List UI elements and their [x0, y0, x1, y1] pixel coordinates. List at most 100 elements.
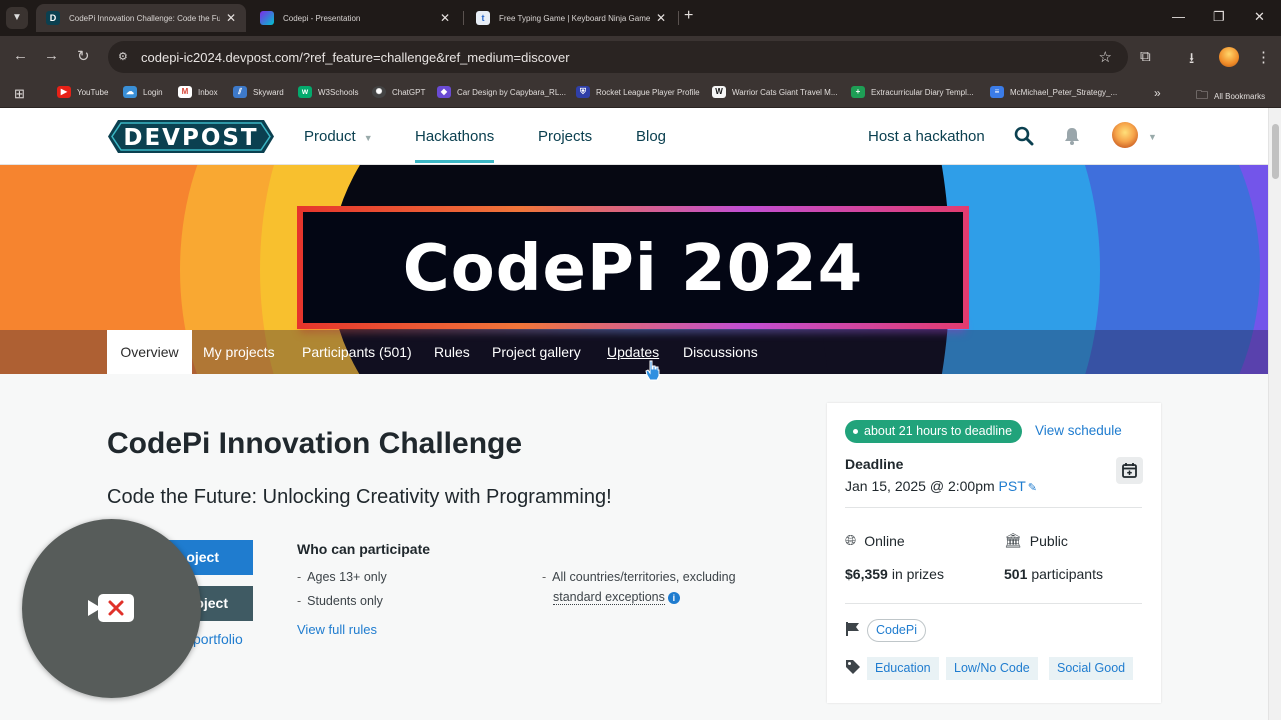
nav-hackathons[interactable]: Hackathons	[415, 128, 494, 145]
timezone-link[interactable]: PST	[999, 478, 1026, 494]
close-icon[interactable]: ✕	[656, 11, 666, 25]
bookmark-extracurricular[interactable]: + Extracurricular Diary Templ...	[851, 86, 974, 98]
bookmark-warrior-cats[interactable]: W Warrior Cats Giant Travel M...	[712, 86, 838, 98]
hand-pointer-cursor-icon	[645, 360, 660, 381]
search-icon[interactable]	[1014, 126, 1034, 146]
browser-tab-bar: ▼ D CodePi Innovation Challenge: Code th…	[0, 0, 1281, 36]
subtab-discussions[interactable]: Discussions	[683, 344, 758, 360]
prize-info: $6,359 in prizes	[845, 566, 944, 582]
canva-icon	[260, 11, 274, 25]
bookmark-youtube[interactable]: ▶ YouTube	[57, 86, 108, 98]
participants-info[interactable]: 501 participants	[1004, 566, 1103, 582]
browser-toolbar: ← → ↻ ⚙ codepi-ic2024.devpost.com/?ref_f…	[0, 36, 1281, 78]
theme-chip-social-good[interactable]: Social Good	[1049, 657, 1134, 680]
bookmark-w3schools[interactable]: w W3Schools	[298, 86, 358, 98]
challenge-title: CodePi Innovation Challenge	[107, 427, 523, 460]
address-bar[interactable]: ⚙ codepi-ic2024.devpost.com/?ref_feature…	[108, 41, 1128, 73]
subtab-rules[interactable]: Rules	[434, 344, 470, 360]
nav-projects[interactable]: Projects	[538, 128, 592, 145]
subtab-overview[interactable]: Overview	[107, 330, 192, 374]
who-can-participate-heading: Who can participate	[297, 541, 431, 557]
pencil-icon[interactable]: ✎	[1028, 481, 1037, 494]
info-icon[interactable]: i	[667, 592, 680, 604]
bookmark-star-icon[interactable]: ☆	[1099, 48, 1112, 66]
new-tab-plus-icon[interactable]: +	[684, 7, 693, 25]
banner-title: CodePi 2024	[402, 232, 864, 306]
forward-arrow-icon[interactable]: →	[44, 47, 59, 64]
subtab-updates[interactable]: Updates	[607, 344, 659, 360]
folder-icon: 🗀	[1196, 88, 1209, 102]
managed-by-pill[interactable]: CodePi	[867, 619, 926, 642]
devpost-logo[interactable]: DEVPOST	[108, 120, 274, 153]
globe-icon: 🌐︎	[845, 532, 857, 548]
window-close-icon[interactable]: ✕	[1254, 9, 1265, 25]
devpost-icon: D	[46, 11, 60, 25]
restore-icon[interactable]: ❐	[1213, 9, 1225, 25]
scrollbar-thumb[interactable]	[1272, 124, 1279, 179]
deadline-label: Deadline	[845, 456, 904, 472]
theme-chip-education[interactable]: Education	[867, 657, 939, 680]
car-icon: ◆	[437, 86, 451, 98]
landmark-icon: 🏛︎	[1004, 532, 1022, 548]
tab-separator	[678, 11, 679, 25]
more-bookmarks-chevron-icon[interactable]: »	[1154, 86, 1161, 100]
chatgpt-icon: ✺	[372, 86, 386, 98]
subtab-my-projects[interactable]: My projects	[203, 344, 275, 360]
back-arrow-icon[interactable]: ←	[13, 47, 28, 64]
bookmark-chatgpt[interactable]: ✺ ChatGPT	[372, 86, 425, 98]
bookmark-rocket-league[interactable]: ⛨ Rocket League Player Profile	[576, 86, 700, 98]
tab-search-button[interactable]: ▼	[6, 7, 28, 29]
flag-icon	[846, 622, 859, 636]
bookmarks-bar: ⊞ ▶ YouTube ☁ Login M Inbox ⫽ Skyward w W3Sch…	[0, 78, 1281, 108]
subtab-participants[interactable]: Participants (501)	[302, 344, 412, 360]
extensions-puzzle-icon[interactable]: ⧉	[1140, 48, 1151, 65]
site-settings-icon[interactable]: ⚙	[118, 50, 132, 64]
bookmark-car-design[interactable]: ◆ Car Design by Capybara_RL...	[437, 86, 566, 98]
close-icon[interactable]: ✕	[440, 11, 450, 25]
minimize-icon[interactable]: —	[1172, 9, 1185, 24]
tab-title: CodePi Innovation Challenge: Code the Fu	[69, 13, 220, 23]
view-schedule-link[interactable]: View schedule	[1035, 423, 1122, 438]
nav-product[interactable]: Product ▼	[304, 128, 373, 145]
deadline-date: Jan 15, 2025 @ 2:00pm PST ✎	[845, 478, 1037, 494]
camera-off-icon[interactable]	[86, 592, 136, 624]
divider	[845, 507, 1142, 508]
page-scrollbar[interactable]	[1268, 108, 1281, 720]
close-icon[interactable]: ✕	[226, 11, 236, 25]
cloud-icon: ☁	[123, 86, 137, 98]
address-url[interactable]: codepi-ic2024.devpost.com/?ref_feature=c…	[141, 50, 570, 65]
tab-separator	[463, 11, 464, 25]
nav-active-indicator	[415, 160, 494, 163]
tab-title: Codepi - Presentation	[283, 13, 361, 23]
standard-exceptions-link[interactable]: standard exceptions i	[553, 590, 680, 605]
apps-grid-icon[interactable]: ⊞	[14, 86, 25, 102]
camera-preview-bubble[interactable]	[22, 519, 201, 698]
account-chevron-down-icon[interactable]: ▼	[1148, 132, 1157, 142]
youtube-icon: ▶	[57, 86, 71, 98]
user-avatar[interactable]	[1112, 122, 1138, 148]
theme-chip-low-no-code[interactable]: Low/No Code	[946, 657, 1038, 680]
download-icon[interactable]: ⭳	[1189, 48, 1194, 73]
browser-tab-devpost[interactable]: D CodePi Innovation Challenge: Code the …	[36, 4, 246, 32]
subtab-project-gallery[interactable]: Project gallery	[492, 344, 581, 360]
browser-tab-canva[interactable]: Codepi - Presentation ✕	[250, 4, 460, 32]
portfolio-link[interactable]: portfolio	[193, 631, 243, 647]
reload-icon[interactable]: ↻	[77, 47, 90, 65]
browser-tab-typing[interactable]: t Free Typing Game | Keyboard Ninja Game…	[466, 4, 676, 32]
bookmark-login[interactable]: ☁ Login	[123, 86, 163, 98]
view-full-rules-link[interactable]: View full rules	[297, 622, 377, 637]
bookmark-skyward[interactable]: ⫽ Skyward	[233, 86, 284, 98]
browser-menu-icon[interactable]: ⋮	[1256, 48, 1271, 66]
shield-icon: ⛨	[576, 86, 590, 98]
browser-profile-avatar[interactable]	[1219, 47, 1239, 67]
visibility-info: 🏛︎ Public	[1004, 532, 1068, 549]
nav-blog[interactable]: Blog	[636, 128, 666, 145]
bell-icon[interactable]	[1062, 126, 1082, 146]
bookmark-inbox[interactable]: M Inbox	[178, 86, 218, 98]
bookmark-strategy-doc[interactable]: ≡ McMichael_Peter_Strategy_...	[990, 86, 1117, 98]
all-bookmarks[interactable]: 🗀 All Bookmarks	[1196, 86, 1265, 107]
status-dot-icon	[853, 429, 858, 435]
tag-icon	[846, 660, 860, 674]
host-hackathon-link[interactable]: Host a hackathon	[868, 128, 985, 145]
add-to-calendar-button[interactable]	[1116, 457, 1143, 484]
